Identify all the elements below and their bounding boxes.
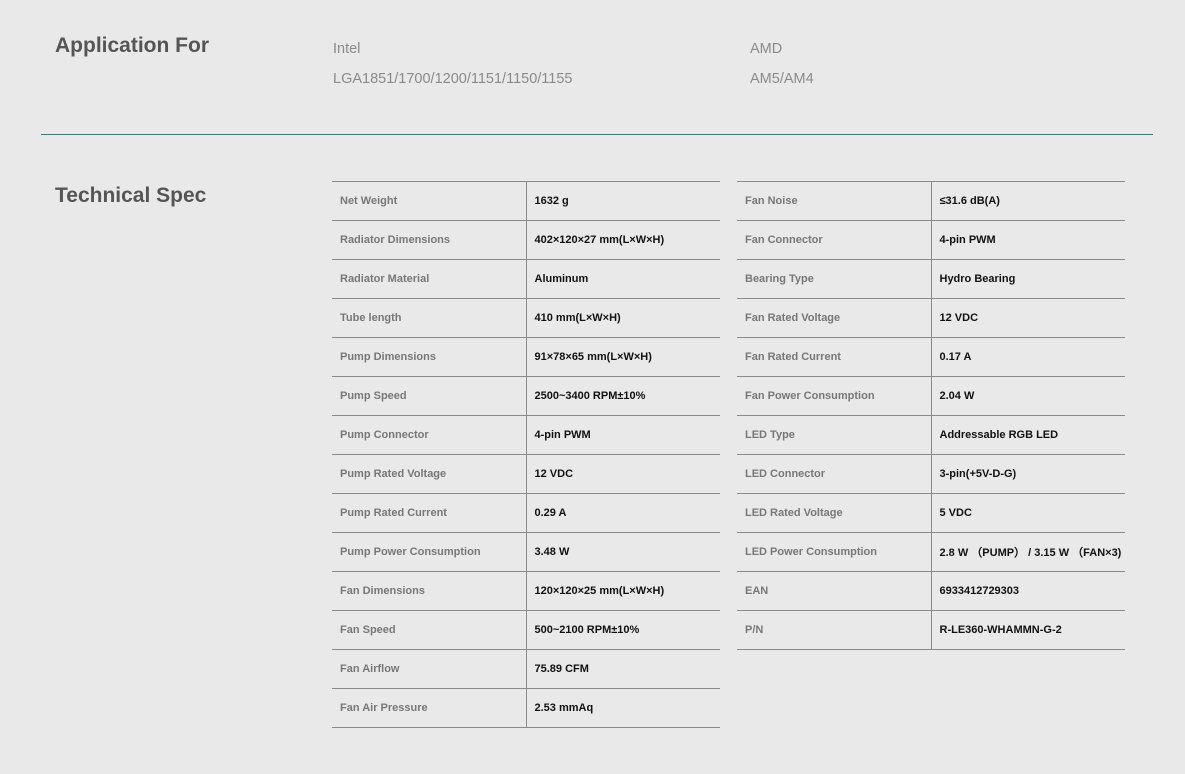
- spec-value: 1632 g: [526, 181, 720, 221]
- spec-row: LED Type Addressable RGB LED: [737, 415, 1125, 455]
- spec-value: 91×78×65 mm(L×W×H): [526, 337, 720, 377]
- spec-label: Pump Rated Current: [332, 493, 527, 533]
- intel-compatibility: Intel LGA1851/1700/1200/1151/1150/1155: [333, 40, 572, 100]
- spec-value: 2.04 W: [931, 376, 1125, 416]
- spec-label: Fan Dimensions: [332, 571, 527, 611]
- spec-row: Fan Connector 4-pin PWM: [737, 220, 1125, 260]
- spec-value: 0.17 A: [931, 337, 1125, 377]
- spec-label: Fan Noise: [737, 181, 932, 221]
- technical-spec-heading: Technical Spec: [55, 184, 207, 207]
- spec-label: Fan Airflow: [332, 649, 527, 689]
- spec-label: Pump Rated Voltage: [332, 454, 527, 494]
- spec-value: ≤31.6 dB(A): [931, 181, 1125, 221]
- amd-label: AMD: [750, 41, 783, 57]
- spec-value: 3.48 W: [526, 532, 720, 572]
- spec-table-left: Net Weight 1632 g Radiator Dimensions 402×…: [332, 181, 720, 728]
- spec-row: Fan Airflow 75.89 CFM: [332, 649, 720, 689]
- spec-value: 0.29 A: [526, 493, 720, 533]
- spec-row: Bearing Type Hydro Bearing: [737, 259, 1125, 299]
- spec-row: P/N R-LE360-WHAMMN-G-2: [737, 610, 1125, 650]
- spec-value: Aluminum: [526, 259, 720, 299]
- spec-row: Fan Rated Current 0.17 A: [737, 337, 1125, 377]
- spec-value: Addressable RGB LED: [931, 415, 1125, 455]
- spec-value: 2.53 mmAq: [526, 688, 720, 728]
- amd-sockets: AM5/AM4: [750, 71, 814, 87]
- spec-value: 12 VDC: [931, 298, 1125, 338]
- intel-label: Intel: [333, 41, 361, 57]
- spec-label: Pump Speed: [332, 376, 527, 416]
- spec-value: R-LE360-WHAMMN-G-2: [931, 610, 1125, 650]
- spec-value: Hydro Bearing: [931, 259, 1125, 299]
- spec-label: Bearing Type: [737, 259, 932, 299]
- spec-label: Fan Rated Current: [737, 337, 932, 377]
- spec-row: Pump Connector 4-pin PWM: [332, 415, 720, 455]
- spec-row: Pump Rated Voltage 12 VDC: [332, 454, 720, 494]
- spec-value: 6933412729303: [931, 571, 1125, 611]
- spec-label: Fan Power Consumption: [737, 376, 932, 416]
- spec-value: 410 mm(L×W×H): [526, 298, 720, 338]
- spec-row: Fan Noise ≤31.6 dB(A): [737, 181, 1125, 221]
- spec-row: LED Connector 3-pin(+5V-D-G): [737, 454, 1125, 494]
- spec-label: Pump Dimensions: [332, 337, 527, 377]
- application-for-heading: Application For: [55, 34, 209, 57]
- spec-label: Pump Power Consumption: [332, 532, 527, 572]
- spec-label: Radiator Dimensions: [332, 220, 527, 260]
- spec-value: 12 VDC: [526, 454, 720, 494]
- spec-value: 2.8 W （PUMP） / 3.15 W （FAN×3): [931, 532, 1125, 572]
- spec-value: 5 VDC: [931, 493, 1125, 533]
- spec-row: Tube length 410 mm(L×W×H): [332, 298, 720, 338]
- spec-label: Tube length: [332, 298, 527, 338]
- spec-row: Pump Power Consumption 3.48 W: [332, 532, 720, 572]
- spec-label: Fan Connector: [737, 220, 932, 260]
- spec-row: LED Rated Voltage 5 VDC: [737, 493, 1125, 533]
- spec-label: EAN: [737, 571, 932, 611]
- spec-label: LED Type: [737, 415, 932, 455]
- spec-value: 402×120×27 mm(L×W×H): [526, 220, 720, 260]
- spec-row: Radiator Material Aluminum: [332, 259, 720, 299]
- spec-value: 75.89 CFM: [526, 649, 720, 689]
- spec-row: Fan Rated Voltage 12 VDC: [737, 298, 1125, 338]
- spec-label: LED Rated Voltage: [737, 493, 932, 533]
- spec-label: Fan Rated Voltage: [737, 298, 932, 338]
- spec-row: LED Power Consumption 2.8 W （PUMP） / 3.15…: [737, 532, 1125, 572]
- spec-row: Fan Speed 500~2100 RPM±10%: [332, 610, 720, 650]
- spec-row: Fan Dimensions 120×120×25 mm(L×W×H): [332, 571, 720, 611]
- spec-label: Pump Connector: [332, 415, 527, 455]
- spec-value: 120×120×25 mm(L×W×H): [526, 571, 720, 611]
- spec-value: 4-pin PWM: [931, 220, 1125, 260]
- spec-row: Fan Power Consumption 2.04 W: [737, 376, 1125, 416]
- section-divider: [41, 134, 1153, 135]
- spec-value: 4-pin PWM: [526, 415, 720, 455]
- intel-sockets: LGA1851/1700/1200/1151/1150/1155: [333, 71, 573, 87]
- amd-compatibility: AMD AM5/AM4: [750, 40, 814, 100]
- spec-label: LED Power Consumption: [737, 532, 932, 572]
- spec-label: P/N: [737, 610, 932, 650]
- spec-label: Fan Speed: [332, 610, 527, 650]
- spec-row: EAN 6933412729303: [737, 571, 1125, 611]
- spec-label: Net Weight: [332, 181, 527, 221]
- spec-value: 3-pin(+5V-D-G): [931, 454, 1125, 494]
- spec-label: Radiator Material: [332, 259, 527, 299]
- spec-row: Radiator Dimensions 402×120×27 mm(L×W×H): [332, 220, 720, 260]
- spec-row: Pump Speed 2500~3400 RPM±10%: [332, 376, 720, 416]
- spec-row: Pump Dimensions 91×78×65 mm(L×W×H): [332, 337, 720, 377]
- spec-table-right: Fan Noise ≤31.6 dB(A) Fan Connector 4-pin …: [737, 181, 1125, 650]
- spec-row: Fan Air Pressure 2.53 mmAq: [332, 688, 720, 728]
- spec-value: 500~2100 RPM±10%: [526, 610, 720, 650]
- spec-label: LED Connector: [737, 454, 932, 494]
- spec-label: Fan Air Pressure: [332, 688, 527, 728]
- spec-row: Net Weight 1632 g: [332, 181, 720, 221]
- spec-value: 2500~3400 RPM±10%: [526, 376, 720, 416]
- spec-row: Pump Rated Current 0.29 A: [332, 493, 720, 533]
